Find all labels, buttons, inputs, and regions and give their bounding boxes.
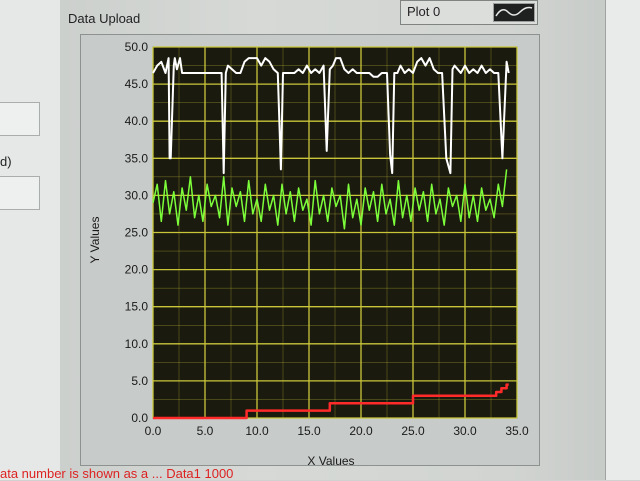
x-axis-title: X Values — [307, 454, 354, 468]
y-tick-label: 5.0 — [131, 374, 148, 388]
y-tick-label: 30.0 — [125, 188, 149, 202]
y-tick-label: 15.0 — [125, 300, 149, 314]
y-tick-label: 45.0 — [125, 77, 149, 91]
xy-graph[interactable]: 0.0 5.0 10.0 15.0 20.0 25.0 30.0 35.0 0.0 5.0 10.0… — [0, 0, 640, 480]
y-axis-title: Y Values — [88, 217, 102, 264]
x-tick-label: 10.0 — [245, 424, 269, 438]
x-tick-label: 5.0 — [197, 424, 214, 438]
x-tick-label: 0.0 — [145, 424, 162, 438]
x-tick-label: 25.0 — [401, 424, 425, 438]
y-tick-label: 35.0 — [125, 151, 149, 165]
grid-lines — [152, 46, 518, 419]
x-tick-label: 15.0 — [297, 424, 321, 438]
y-tick-label: 50.0 — [125, 40, 149, 54]
y-tick-label: 40.0 — [125, 114, 149, 128]
x-tick-label: 20.0 — [349, 424, 373, 438]
y-tick-label: 20.0 — [125, 263, 149, 277]
status-message: ata number is shown as a ... Data1 1000 — [0, 466, 234, 481]
y-tick-label: 10.0 — [125, 337, 149, 351]
x-tick-label: 35.0 — [505, 424, 529, 438]
x-tick-label: 30.0 — [453, 424, 477, 438]
y-tick-label: 25.0 — [125, 226, 149, 240]
y-tick-label: 0.0 — [131, 411, 148, 425]
